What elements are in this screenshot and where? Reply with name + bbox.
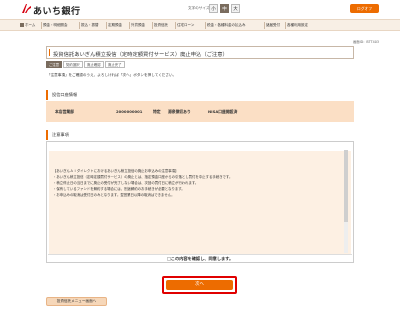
logout-button[interactable]: ログオフ [350,4,379,13]
header: あいち銀行 文字のサイズ 小 中 大 ログオフ [0,0,400,19]
step-attention: ご注意 [46,61,63,68]
agree-checkbox-label[interactable]: □この内容を確認し、同意します。 [48,254,352,262]
attention-line: ・お申込みの取消は受付日のみとなります。翌営業日以降の取消はできません。 [53,193,175,197]
nav-settings[interactable]: 各種利用設定 [287,20,308,31]
font-size-large-button[interactable]: 大 [231,4,240,13]
nav-divider [264,22,265,29]
nav-divider [285,22,286,29]
home-icon [20,22,24,27]
account-type: 特定 [153,109,161,114]
nav-notifications[interactable]: 諸届受付 [266,20,280,31]
instruction-text: 「注意事項」をご確認のうえ、よろしければ「次へ」ボタンを押してください。 [47,73,177,77]
screen-id: 画面ID：BTT403 [353,40,379,44]
nav-investment-trust[interactable]: 投資信託 [154,20,168,31]
nav-foreign-deposit[interactable]: 外貨預金 [131,20,145,31]
account-info-heading: 投信口座情報 [46,90,354,100]
nav-tax-payment[interactable]: 税金・各種料金の払込み [207,20,246,31]
branch-name: 本店営業部 [55,109,74,114]
font-size-label: 文字のサイズ [188,6,210,10]
page-title: 投資信託あいぎん積立投信（定時定額買付サービス）廃止申込（ご注意） [53,52,228,58]
account-info-row: 本店営業部 2000000001 特定 源泉徴収あり NISA口座開設済 [46,101,354,122]
back-to-menu-button[interactable]: 投資信託メニュー画面へ [46,297,107,306]
attention-text-area: 【あいぎんＡｉダイレクトにおけるあいぎん積立投信の廃止お申込みの注意事項】 ・あ… [49,151,351,254]
nav-divider [129,22,130,29]
nav-housing-loan[interactable]: 住宅ローン [177,20,194,31]
nav-divider [41,22,42,29]
next-button[interactable]: 次へ [166,280,233,290]
attention-box: 【あいぎんＡｉダイレクトにおけるあいぎん積立投信の廃止お申込みの注意事項】 ・あ… [46,141,354,263]
bank-logo-icon [22,4,31,13]
font-size-small-button[interactable]: 小 [209,4,218,13]
attention-line: ・積立停止日の当日までに廃止の受付が完了しない場合は、次回の買付日に積立が行われ… [53,181,199,185]
next-button-focus-ring: 次へ [162,276,237,294]
step-complete: 廃止完了 [105,61,125,68]
nav-divider [79,22,80,29]
nav-divider [205,22,206,29]
nav-home[interactable]: ホーム [20,20,35,31]
nav-divider [152,22,153,29]
attention-scrollbar[interactable] [344,150,348,253]
nav-divider [175,22,176,29]
font-size-medium-button[interactable]: 中 [220,4,229,13]
withholding-status: 源泉徴収あり [168,109,191,114]
attention-line: ・保有しているファンドを解約する場合には、別途解約のお手続きが必要となります。 [53,187,185,191]
attention-line: 【あいぎんＡｉダイレクトにおけるあいぎん積立投信の廃止お申込みの注意事項】 [53,169,179,173]
bank-name: あいち銀行 [33,7,81,17]
nisa-status: NISA口座開設済 [208,109,238,114]
nav-deposit-inquiry[interactable]: 預金・明細照会 [43,20,68,31]
nav-transfer[interactable]: 振込・振替 [81,20,99,31]
step-confirm: 廃止確認 [84,61,104,68]
step-select-contract: 契約選択 [63,61,83,68]
scrollbar-thumb[interactable] [344,150,348,222]
attention-line: ・あいぎん積立投信（定時定額買付サービス）の廃止とは、指定預金口座からの引落とし… [53,175,233,179]
attention-heading: 注意事項 [46,130,354,140]
account-number: 2000000001 [116,109,143,114]
global-nav: ホーム 預金・明細照会 振込・振替 定期預金 外貨預金 投資信託 住宅ローン 税… [0,19,400,31]
nav-time-deposit[interactable]: 定期預金 [108,20,122,31]
page-title-box: 投資信託あいぎん積立投信（定時定額買付サービス）廃止申込（ご注意） [46,46,354,59]
nav-divider [106,22,107,29]
title-accent-bar [49,49,50,56]
